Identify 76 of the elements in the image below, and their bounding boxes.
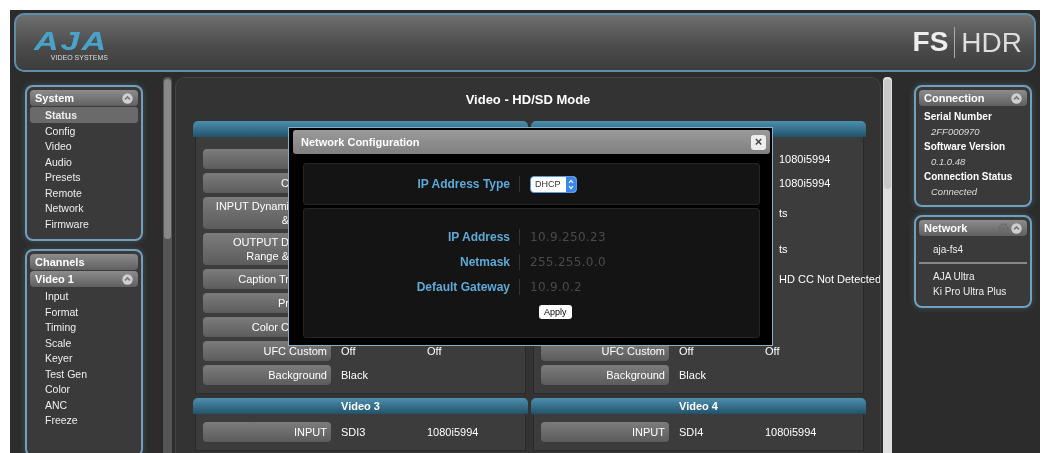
scrollbar[interactable] xyxy=(163,77,172,453)
scrollbar[interactable] xyxy=(883,77,892,453)
field-label: Serial Number xyxy=(923,110,993,122)
row-value: Black xyxy=(340,369,369,381)
row-button[interactable]: INPUT xyxy=(541,422,669,442)
row-value: 1080i5994 xyxy=(764,426,817,438)
collapse-icon[interactable] xyxy=(122,273,133,285)
logo-text: AJA xyxy=(34,28,109,54)
close-button[interactable]: × xyxy=(751,134,766,150)
group-title: Video 1 xyxy=(35,273,74,285)
section-header: Video 3 xyxy=(193,398,528,414)
sidebar-item[interactable]: ANC xyxy=(30,396,138,412)
sidebar-item[interactable]: Video xyxy=(30,138,138,154)
panel-header[interactable]: Channels xyxy=(30,254,138,270)
sidebar-item[interactable]: Test Gen xyxy=(30,365,138,381)
field-label: Default Gateway xyxy=(415,279,511,294)
row-value: 1080i5994 xyxy=(779,177,831,189)
row-value: ts xyxy=(779,207,788,219)
sidebar-item[interactable]: Network xyxy=(30,200,138,216)
row-value: Off xyxy=(426,345,442,357)
sidebar-item[interactable]: Remote xyxy=(30,184,138,200)
collapse-icon[interactable] xyxy=(122,92,133,104)
field-label: Netmask xyxy=(458,254,511,269)
row-value: HD CC Not Detected xyxy=(779,273,880,285)
page-title: Video - HD/SD Mode xyxy=(464,92,592,107)
panel-header[interactable]: Connection xyxy=(919,90,1027,106)
row-value: 1080i5994 xyxy=(426,426,479,438)
row-value: 1080i5994 xyxy=(779,153,831,165)
panel-title: Network xyxy=(924,222,968,234)
field-label: Software Version xyxy=(923,140,1007,152)
row-value: ts xyxy=(779,243,788,255)
panel-header[interactable]: Network xyxy=(919,220,1027,236)
sidebar-item[interactable]: Presets xyxy=(30,169,138,185)
row-button[interactable]: Background xyxy=(203,365,331,385)
product-name: FS xyxy=(912,27,956,58)
section-header: Video 4 xyxy=(531,398,866,414)
sidebar-item[interactable]: Freeze xyxy=(30,412,138,428)
sidebar-item[interactable]: Keyer xyxy=(30,350,138,366)
field-label: IP Address xyxy=(446,229,511,244)
stepper-icon xyxy=(565,176,576,192)
address-type-select[interactable]: DHCP xyxy=(530,175,577,193)
row-button[interactable]: INPUT xyxy=(203,422,331,442)
row-value: Off xyxy=(678,345,695,357)
field-value: 0.1.0.48 xyxy=(930,155,967,167)
row-value: SDI4 xyxy=(678,426,705,438)
device-item[interactable]: aja-fs4 xyxy=(919,241,1027,256)
sidebar-item[interactable]: Color xyxy=(30,381,138,397)
field-value: 2FF000970 xyxy=(930,125,981,137)
sidebar-item[interactable]: Scale xyxy=(30,334,138,350)
row-button[interactable]: Background xyxy=(541,365,669,385)
sidebar-item[interactable]: Timing xyxy=(30,319,138,335)
panel-title: Connection xyxy=(924,92,985,104)
sidebar-item[interactable]: Input xyxy=(30,288,138,304)
dialog-title: Network Configuration xyxy=(301,136,420,148)
field-value: Connected xyxy=(930,185,979,197)
sidebar-item[interactable]: Config xyxy=(30,122,138,138)
product-name: HDR xyxy=(960,26,1022,59)
sidebar-item[interactable]: Format xyxy=(30,303,138,319)
group-header[interactable]: Video 1 xyxy=(30,271,138,287)
device-item[interactable]: AJA Ultra xyxy=(919,268,1027,283)
field-label: IP Address Type xyxy=(416,177,511,191)
row-value: SDI3 xyxy=(340,426,367,438)
panel-header[interactable]: System xyxy=(30,90,138,106)
sidebar-item[interactable]: Status xyxy=(30,107,138,123)
device-item[interactable]: Ki Pro Ultra Plus xyxy=(919,283,1027,298)
row-button[interactable]: UFC Custom xyxy=(203,341,331,361)
sidebar-item[interactable]: Audio xyxy=(30,153,138,169)
sidebar-item[interactable]: Firmware xyxy=(30,215,138,231)
panel-title: System xyxy=(35,92,75,104)
collapse-icon[interactable] xyxy=(1011,92,1022,104)
collapse-icon[interactable] xyxy=(1011,222,1022,234)
field-label: Connection Status xyxy=(923,170,1014,182)
row-value: Off xyxy=(340,345,357,357)
apply-button[interactable]: Apply xyxy=(539,305,572,319)
row-value: Off xyxy=(764,345,780,357)
row-value: Black xyxy=(678,369,707,381)
